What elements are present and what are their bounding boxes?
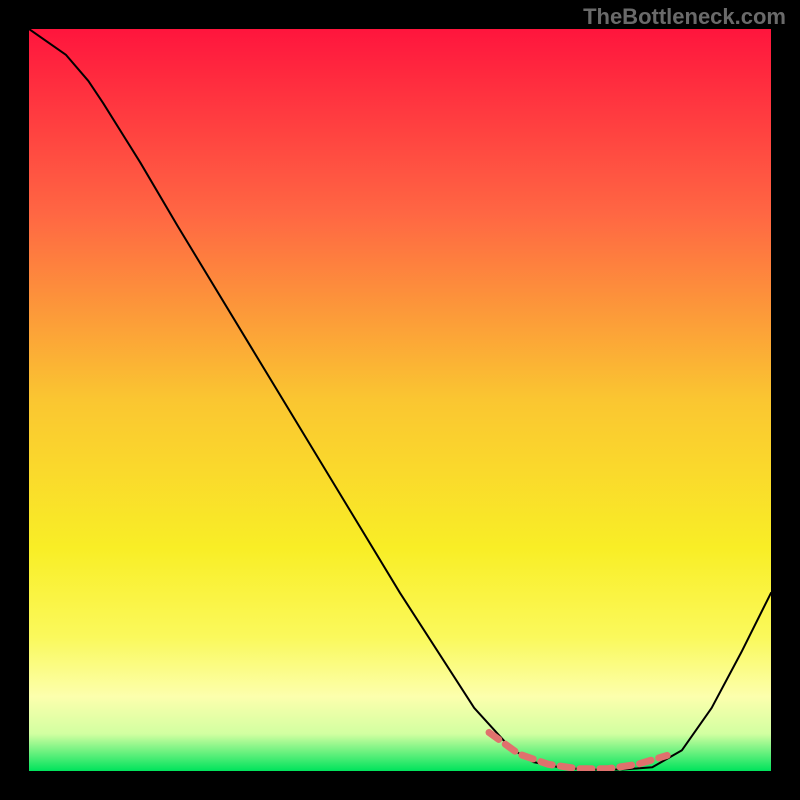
chart-plot-area: [29, 29, 771, 771]
chart-background: [29, 29, 771, 771]
watermark-text: TheBottleneck.com: [583, 4, 786, 30]
chart-svg: [29, 29, 771, 771]
